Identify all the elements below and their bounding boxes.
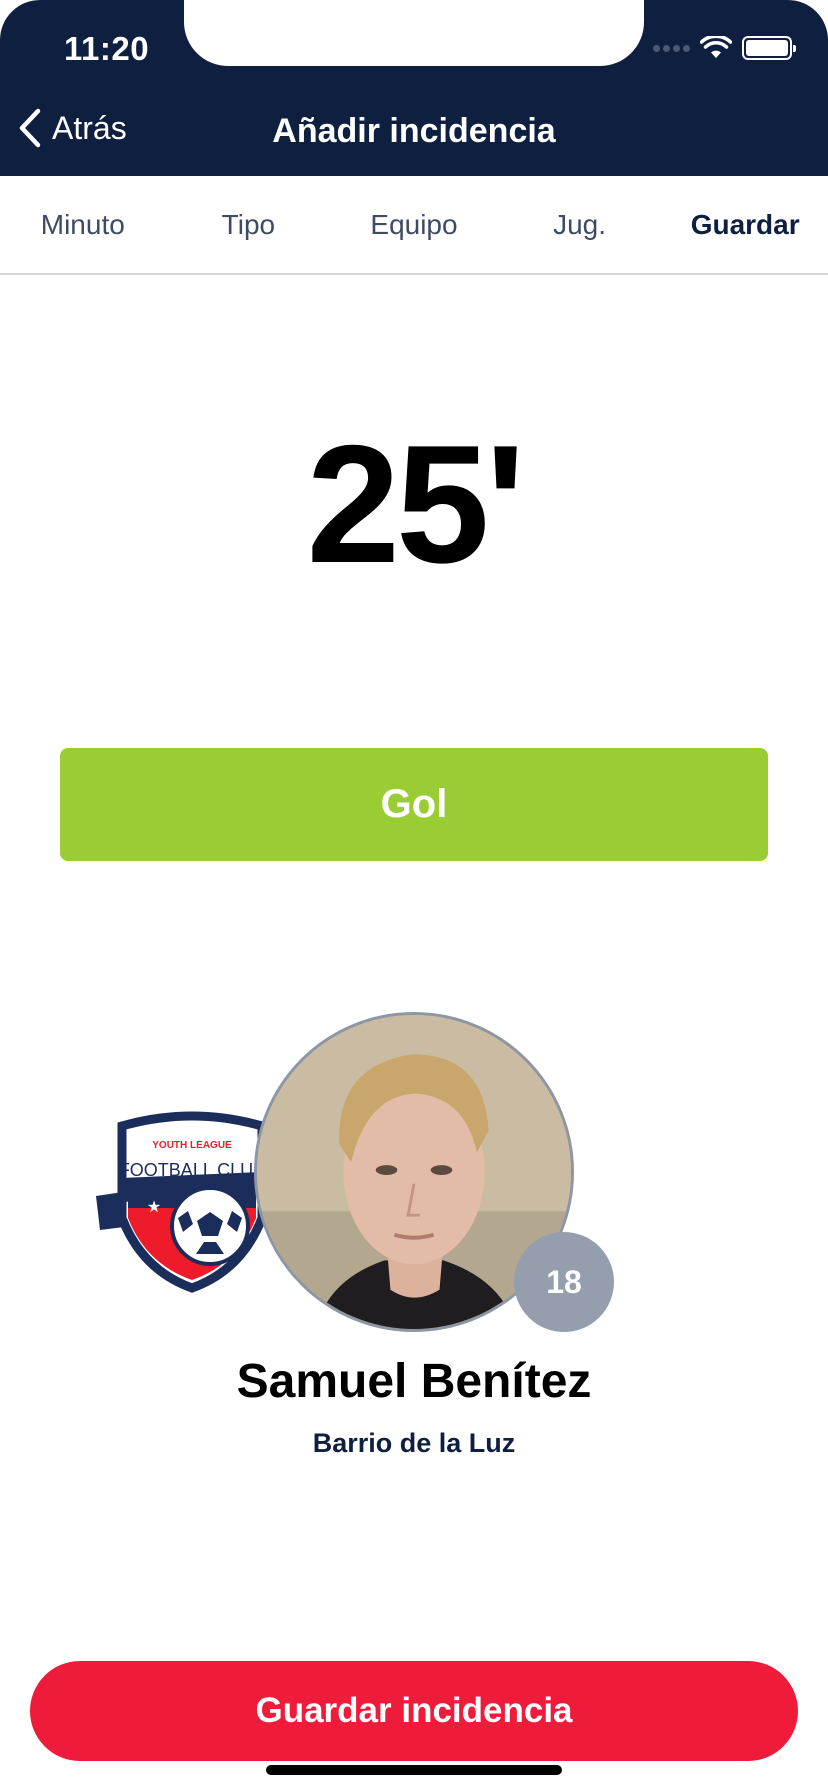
page-title: Añadir incidencia xyxy=(272,112,556,150)
tab-equipo[interactable]: Equipo xyxy=(331,209,497,241)
status-icons xyxy=(653,36,796,60)
device-notch xyxy=(184,0,644,66)
tab-guardar[interactable]: Guardar xyxy=(662,209,828,241)
crest-main-text: FOOTBALL CLUB xyxy=(119,1160,265,1180)
tab-tipo[interactable]: Tipo xyxy=(166,209,332,241)
tab-minuto[interactable]: Minuto xyxy=(0,209,166,241)
crest-top-text: YOUTH LEAGUE xyxy=(152,1140,232,1151)
battery-icon xyxy=(742,36,796,60)
incident-minute: 25' xyxy=(306,410,526,598)
signal-icon xyxy=(653,44,690,52)
tab-jugador[interactable]: Jug. xyxy=(497,209,663,241)
player-name: Samuel Benítez xyxy=(236,1355,592,1408)
navigation-header: 11:20 Atrás Añadir incidencia xyxy=(0,0,828,176)
player-number-badge: 18 xyxy=(514,1232,614,1332)
wifi-icon xyxy=(700,36,732,58)
home-indicator xyxy=(266,1765,562,1775)
svg-text:★: ★ xyxy=(147,1197,161,1216)
step-tabs: Minuto Tipo Equipo Jug. Guardar xyxy=(0,176,828,275)
incident-type-button[interactable]: Gol xyxy=(60,748,768,861)
player-team: Barrio de la Luz xyxy=(312,1428,516,1458)
status-time: 11:20 xyxy=(64,30,150,67)
save-incident-button[interactable]: Guardar incidencia xyxy=(30,1661,798,1761)
